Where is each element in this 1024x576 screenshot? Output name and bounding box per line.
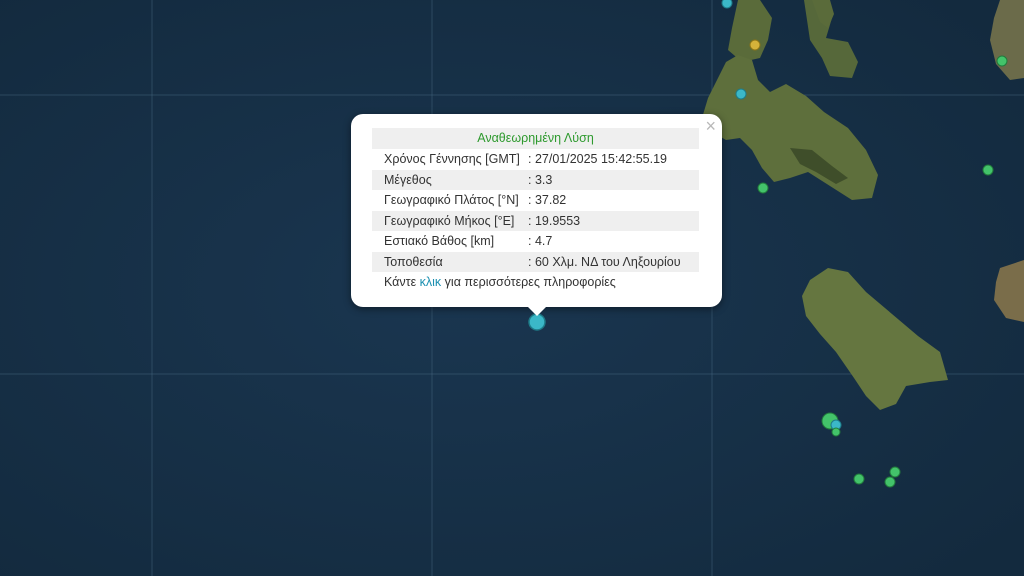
row-value: : 60 Χλμ. ΝΔ του Ληξουρίου (528, 254, 681, 269)
popup-title: Αναθεωρημένη Λύση (372, 128, 699, 149)
row-location: Τοποθεσία : 60 Χλμ. ΝΔ του Ληξουρίου (372, 251, 699, 272)
more-suffix: για περισσότερες πληροφορίες (441, 275, 616, 289)
popup-pointer (527, 306, 547, 316)
more-info-line: Κάντε κλικ για περισσότερες πληροφορίες (372, 272, 699, 292)
quake-marker-green[interactable] (982, 164, 994, 176)
quake-marker-green[interactable] (996, 55, 1008, 67)
more-info-link[interactable]: κλικ (420, 275, 442, 289)
row-label: Εστιακό Βάθος [km] (384, 234, 495, 248)
row-value: : 27/01/2025 15:42:55.19 (528, 152, 668, 166)
row-latitude: Γεωγραφικό Πλάτος [°N] : 37.82 (372, 190, 699, 211)
more-prefix: Κάντε (384, 275, 420, 289)
row-magnitude: Μέγεθος : 3.3 (372, 169, 699, 190)
row-origin-time: Χρόνος Γέννησης [GMT] : 27/01/2025 15:42… (372, 149, 699, 170)
row-longitude: Γεωγραφικό Μήκος [°E] : 19.9553 (372, 210, 699, 231)
row-label: Μέγεθος (384, 172, 432, 187)
close-icon[interactable]: × (705, 116, 716, 136)
row-depth: Εστιακό Βάθος [km] : 4.7 (372, 231, 699, 252)
quake-marker-cyan[interactable] (721, 0, 733, 9)
row-label: Γεωγραφικό Πλάτος [°N] (384, 193, 519, 207)
row-value: : 19.9553 (528, 213, 581, 228)
quake-marker-green[interactable] (884, 476, 896, 488)
selected-quake-marker[interactable] (528, 313, 546, 331)
quake-marker-cyan[interactable] (735, 88, 747, 100)
quake-marker-green[interactable] (757, 182, 769, 194)
row-label: Χρόνος Γέννησης [GMT] (384, 152, 520, 166)
row-value: : 4.7 (528, 234, 553, 248)
row-label: Τοποθεσία (384, 254, 443, 269)
quake-marker-green[interactable] (889, 466, 901, 478)
row-value: : 37.82 (528, 193, 567, 207)
popup-info-table: Αναθεωρημένη Λύση Χρόνος Γέννησης [GMT] … (372, 128, 699, 292)
quake-marker-green[interactable] (831, 427, 841, 437)
row-label: Γεωγραφικό Μήκος [°E] (384, 213, 515, 228)
quake-marker-green[interactable] (853, 473, 865, 485)
earthquake-popup: × Αναθεωρημένη Λύση Χρόνος Γέννησης [GMT… (351, 114, 722, 307)
row-value: : 3.3 (528, 172, 553, 187)
quake-marker-yellow[interactable] (749, 39, 761, 51)
